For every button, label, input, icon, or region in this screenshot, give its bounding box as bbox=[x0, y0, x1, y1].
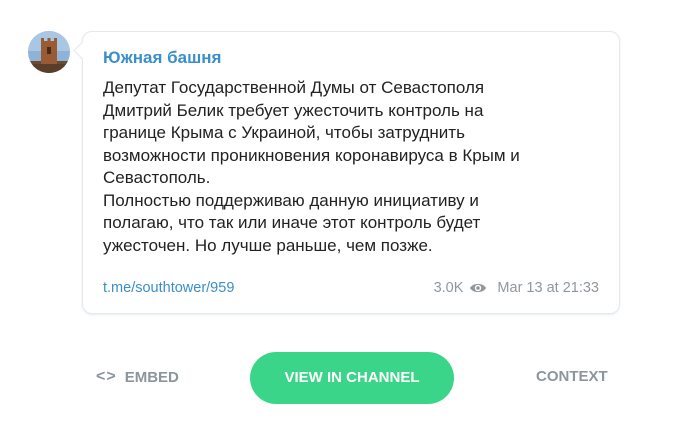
context-button[interactable]: CONTEXT bbox=[536, 368, 608, 385]
message-line: ужесточен. Но лучше раньше, чем позже. bbox=[103, 235, 433, 255]
message-line: возможности проникновения коронавируса в… bbox=[103, 145, 520, 165]
views-count: 3.0K bbox=[433, 280, 464, 296]
tower-photo-icon bbox=[28, 31, 70, 73]
message-bubble: Южная башня Депутат Государственной Думы… bbox=[82, 31, 620, 314]
message-line: границе Крыма с Украиной, чтобы затрудни… bbox=[103, 123, 465, 142]
message-line: Дмитрий Белик требует ужесточить контрол… bbox=[103, 100, 484, 120]
message-line: Депутат Государственной Думы от Севастоп… bbox=[103, 78, 485, 97]
message-footer: t.me/southtower/959 3.0K Mar 13 at 21:33 bbox=[103, 280, 599, 300]
view-in-channel-button[interactable]: VIEW IN CHANNEL bbox=[250, 352, 454, 404]
channel-avatar[interactable] bbox=[28, 31, 70, 73]
action-bar: <> EMBED VIEW IN CHANNEL CONTEXT bbox=[0, 352, 680, 404]
post-date[interactable]: Mar 13 at 21:33 bbox=[497, 280, 599, 296]
message-line: полагаю, что так или иначе этот контроль… bbox=[103, 213, 481, 232]
embed-label: EMBED bbox=[124, 368, 179, 386]
message-text: Депутат Государственной Думы от Севастоп… bbox=[103, 77, 603, 257]
embed-button[interactable]: <> EMBED bbox=[96, 368, 179, 386]
message-line: Полностью поддерживаю данную инициативу … bbox=[103, 190, 479, 210]
message-line: Севастополь. bbox=[103, 168, 211, 187]
message-meta: 3.0K Mar 13 at 21:33 bbox=[434, 280, 599, 296]
code-icon: <> bbox=[96, 368, 117, 385]
channel-name-link[interactable]: Южная башня bbox=[103, 48, 221, 68]
post-link[interactable]: t.me/southtower/959 bbox=[103, 280, 234, 296]
eye-icon bbox=[469, 282, 487, 294]
